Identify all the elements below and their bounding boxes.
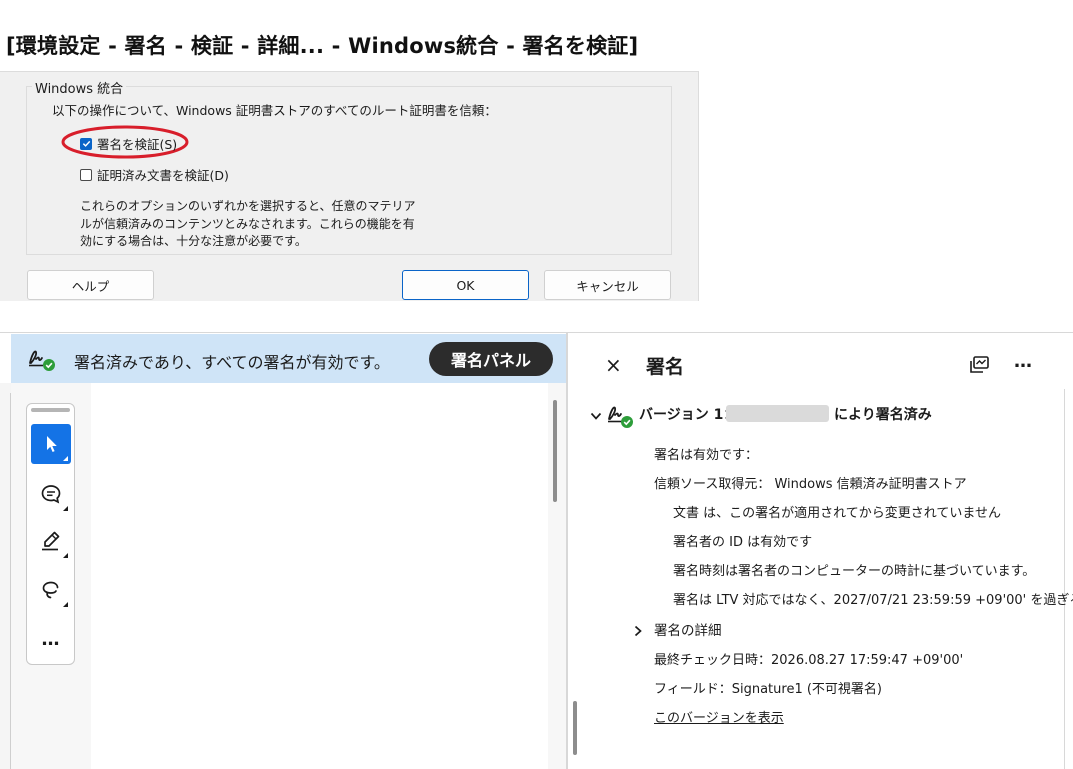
page-title: [環境設定 - 署名 - 検証 - 詳細... - Windows統合 - 署名… [6,34,639,58]
chevron-right-icon[interactable] [632,625,644,637]
warning-text: これらのオプションのいずれかを選択すると、任意のマテリアルが信頼済みのコンテンツ… [80,199,416,248]
last-checked-text: 最終チェック日時：2026.08.27 17:59:47 +09'00' [654,653,964,668]
help-button[interactable]: ヘルプ [27,270,154,300]
preferences-dialog: Windows 統合 以下の操作について、Windows 証明書ストアのすべての… [0,71,699,301]
signature-field-text: フィールド：Signature1 (不可視署名) [654,682,883,697]
verify-signatures-label: 署名を検証(S) [97,137,178,152]
lasso-tool[interactable] [31,570,71,610]
comment-icon [41,485,61,504]
acrobat-window: 署名済みであり、すべての署名が有効です。 署名パネル … × 署名 … バージョ… [0,332,1073,769]
signature-valid-icon [29,350,55,371]
document-scrollbar[interactable] [548,383,566,769]
signature-valid-icon [608,406,633,428]
verify-signatures-option[interactable]: 署名を検証(S) [80,134,177,153]
toolbar-drag-handle[interactable] [31,408,70,412]
signature-options-icon[interactable] [966,353,992,379]
ok-button[interactable]: OK [402,270,529,300]
chevron-down-icon[interactable] [589,409,603,423]
panel-scroll-thumb[interactable] [573,701,577,755]
close-panel-button[interactable]: × [605,353,622,377]
redacted-signer-name [726,405,829,422]
verify-certified-docs-label: 証明済み文書を検証(D) [97,168,229,183]
checkmark-icon [82,140,90,147]
signer-id-text: 署名者の ID は有効です [673,535,813,550]
panel-right-border [1064,389,1065,769]
version-signed-by: により署名済み [834,407,932,423]
cancel-button[interactable]: キャンセル [544,270,671,300]
more-tools-button[interactable]: … [31,619,71,659]
cursor-arrow-icon [47,436,57,452]
signature-status-message: 署名済みであり、すべての署名が有効です。 [74,353,390,372]
select-tool[interactable] [31,424,71,464]
verify-certified-docs-option[interactable]: 証明済み文書を検証(D) [80,165,229,184]
signature-status-banner: 署名済みであり、すべての署名が有効です。 署名パネル [11,334,566,383]
version-label: バージョン 1： [639,407,738,423]
quick-tools-toolbar: … [26,403,75,665]
panel-more-button[interactable]: … [1014,351,1033,372]
verify-signatures-checkbox[interactable] [80,137,92,150]
document-scroll-thumb[interactable] [553,400,557,502]
lasso-icon [42,581,59,599]
comment-tool[interactable] [31,474,71,514]
trust-source-text: 信頼ソース取得元： Windows 信頼済み証明書ストア [654,477,967,492]
draw-tool[interactable] [31,521,71,561]
signature-panel-button[interactable]: 署名パネル [429,342,553,376]
group-description: 以下の操作について、Windows 証明書ストアのすべてのルート証明書を信頼： [52,103,497,118]
view-version-link[interactable]: このバージョンを表示 [654,707,784,726]
document-unmodified-text: 文書 は、この署名が適用されてから変更されていません [673,506,1001,521]
signature-valid-text: 署名は有効です： [654,448,759,463]
signature-panel: × 署名 … バージョン 1： により署名済み 署名は有効です： 信頼ソース取得… [568,333,1073,769]
signature-details-toggle[interactable]: 署名の詳細 [654,619,722,639]
signing-time-text: 署名時刻は署名者のコンピューターの時計に基づいています。 [673,564,1036,579]
panel-title: 署名 [646,356,685,378]
verify-certified-docs-checkbox[interactable] [80,168,92,181]
group-label: Windows 統合 [32,78,127,97]
ltv-status-text: 署名は LTV 対応ではなく、2027/07/21 23:59:59 +09'0… [673,593,1073,608]
document-area[interactable] [91,383,548,769]
marker-pen-icon [42,531,60,551]
